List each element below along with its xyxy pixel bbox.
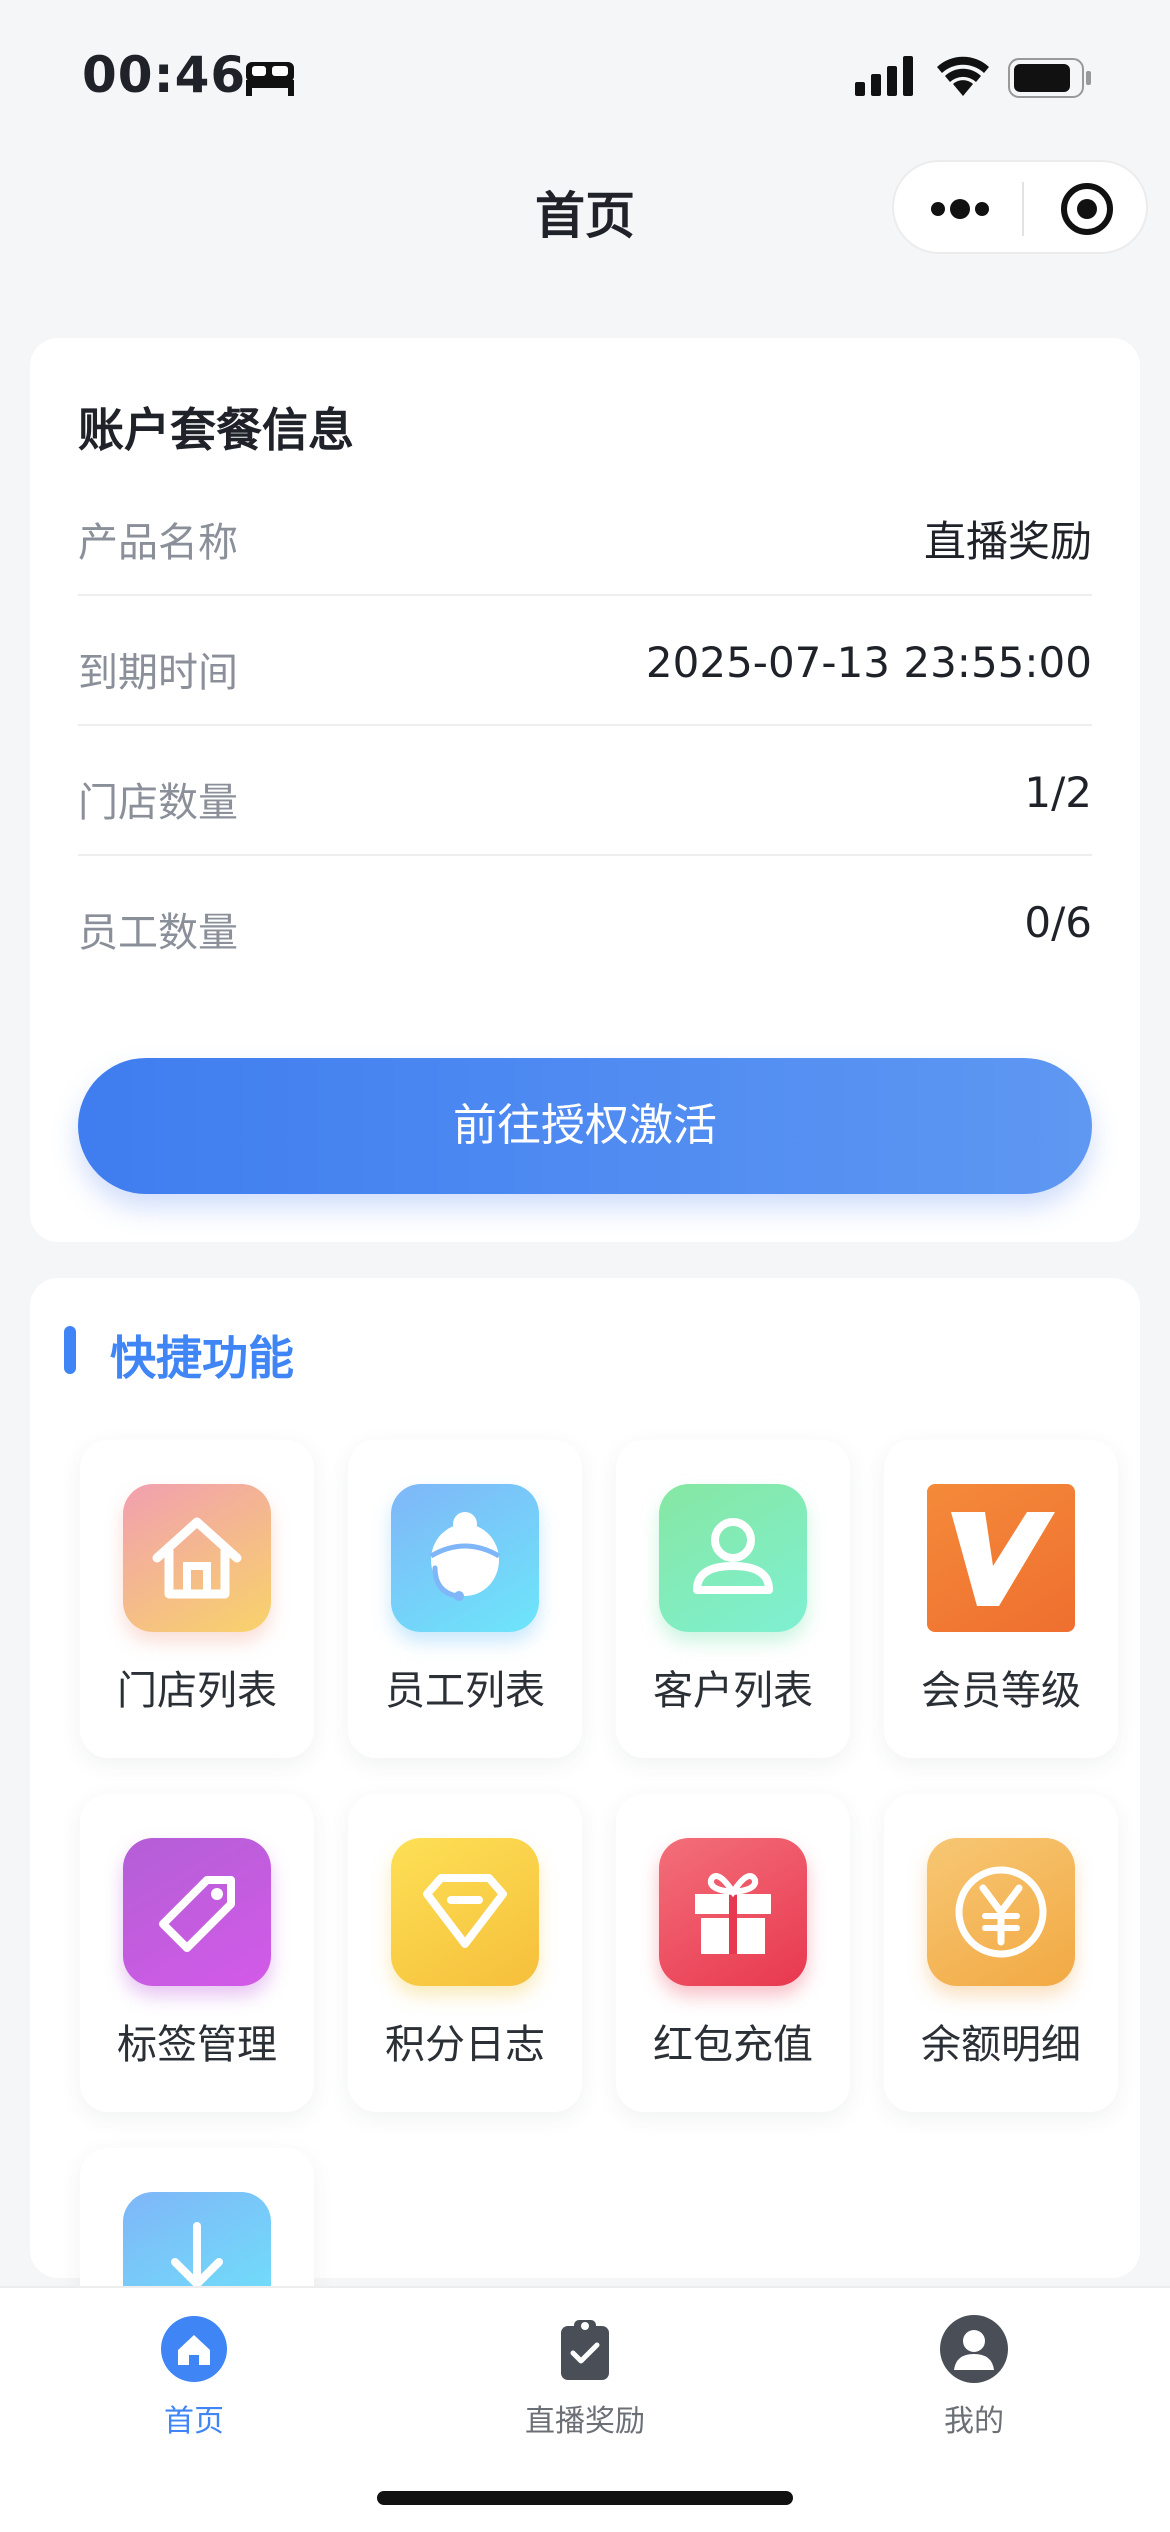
quick-item-label: 会员等级	[921, 1668, 1081, 1714]
quick-item-points-log[interactable]: 积分日志	[348, 1794, 582, 2112]
quick-item-red-packet-recharge[interactable]: 红包充值	[616, 1794, 850, 2112]
bed-icon	[246, 62, 294, 96]
signal-icon	[855, 56, 913, 96]
vip-level-icon	[927, 1484, 1075, 1632]
account-plan-card: 账户套餐信息 产品名称 直播奖励 到期时间 2025-07-13 23:55:0…	[30, 338, 1140, 1242]
quick-item-label: 积分日志	[385, 2022, 545, 2068]
gift-icon	[659, 1838, 807, 1986]
status-bar: 00:46	[0, 0, 1170, 140]
clipboard-check-icon	[561, 2320, 609, 2380]
quick-functions-card: 快捷功能 门店列表 员工列表 客户列表 会员等级 标签管理 积分日志 红包充值 …	[30, 1278, 1140, 2466]
yuan-icon	[927, 1838, 1075, 1986]
info-row-expiry: 到期时间 2025-07-13 23:55:00	[78, 596, 1092, 726]
quick-item-label: 员工列表	[385, 1668, 545, 1714]
tab-mine[interactable]: 我的	[814, 2302, 1134, 2442]
activate-authorization-button[interactable]: 前往授权激活	[78, 1058, 1092, 1194]
info-label: 门店数量	[78, 780, 238, 826]
quick-item-tag-management[interactable]: 标签管理	[80, 1794, 314, 2112]
store-icon	[123, 1484, 271, 1632]
info-label: 到期时间	[78, 650, 238, 696]
quick-item-store-list[interactable]: 门店列表	[80, 1440, 314, 1758]
wifi-icon	[937, 56, 989, 96]
home-indicator	[377, 2491, 793, 2505]
info-value: 0/6	[1024, 898, 1092, 947]
quick-item-label: 余额明细	[921, 2022, 1081, 2068]
section-accent-bar	[64, 1326, 76, 1374]
info-row-store-count: 门店数量 1/2	[78, 726, 1092, 856]
tab-label: 我的	[944, 2404, 1004, 2439]
tab-home[interactable]: 首页	[34, 2302, 354, 2442]
quick-item-label: 标签管理	[117, 2022, 277, 2068]
status-time: 00:46	[82, 46, 247, 104]
user-icon	[940, 2315, 1008, 2383]
quick-item-label: 红包充值	[653, 2022, 813, 2068]
info-label: 产品名称	[78, 520, 238, 566]
info-label: 员工数量	[78, 910, 238, 956]
info-row-staff-count: 员工数量 0/6	[78, 856, 1092, 986]
quick-item-balance-detail[interactable]: 余额明细	[884, 1794, 1118, 2112]
more-icon[interactable]	[930, 192, 990, 226]
quick-item-customer-list[interactable]: 客户列表	[616, 1440, 850, 1758]
tab-label: 首页	[164, 2404, 224, 2439]
mini-program-capsule	[892, 160, 1148, 254]
quick-item-label: 门店列表	[117, 1668, 277, 1714]
section-title: 快捷功能	[110, 1331, 294, 1385]
info-value: 2025-07-13 23:55:00	[645, 638, 1092, 687]
close-target-icon[interactable]	[1060, 182, 1114, 236]
capsule-divider	[1022, 182, 1024, 236]
customer-icon	[659, 1484, 807, 1632]
staff-icon	[391, 1484, 539, 1632]
tab-label: 直播奖励	[525, 2404, 645, 2439]
battery-icon	[1008, 58, 1091, 98]
info-row-product: 产品名称 直播奖励	[78, 466, 1092, 596]
home-icon	[161, 2316, 227, 2382]
quick-item-label: 客户列表	[653, 1668, 813, 1714]
tab-live-reward[interactable]: 直播奖励	[425, 2302, 745, 2442]
info-value: 直播奖励	[923, 517, 1092, 566]
info-value: 1/2	[1024, 768, 1092, 817]
card-title: 账户套餐信息	[78, 403, 354, 457]
quick-item-staff-list[interactable]: 员工列表	[348, 1440, 582, 1758]
screen: 00:46 首页 账户套餐信息 产品名称 直播奖励 到期时间 2025-07-1…	[0, 0, 1170, 2532]
quick-item-member-level[interactable]: 会员等级	[884, 1440, 1118, 1758]
points-icon	[391, 1838, 539, 1986]
tag-icon	[123, 1838, 271, 1986]
